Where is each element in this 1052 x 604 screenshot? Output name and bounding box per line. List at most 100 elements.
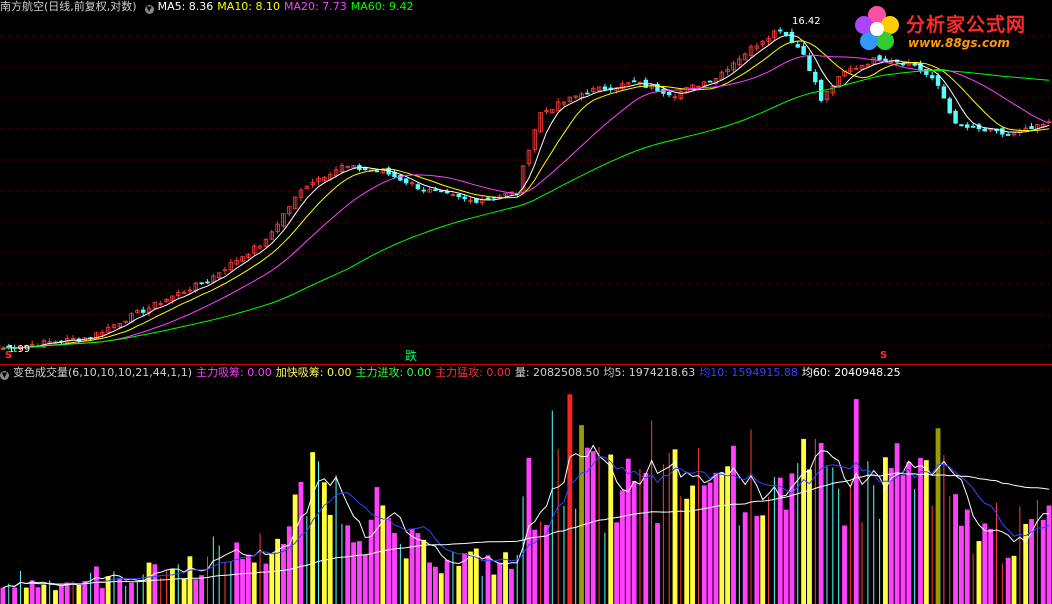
candle-body <box>801 45 806 55</box>
volume-bar <box>643 473 649 604</box>
volume-bar <box>540 521 542 604</box>
candle-body <box>959 124 964 127</box>
volume-bar <box>438 573 444 604</box>
volume-bar <box>392 533 397 604</box>
volume-bar <box>750 429 752 604</box>
ma60-value: MA60: 9.42 <box>350 0 414 13</box>
candle-body <box>421 189 426 192</box>
volume-bar <box>725 466 731 604</box>
candle-body <box>789 31 795 43</box>
volume-bar <box>842 525 847 604</box>
settings-dropdown-icon[interactable]: ▼ <box>144 5 154 14</box>
candle-body <box>415 184 421 190</box>
volume-bar <box>99 588 105 604</box>
volume-bar <box>672 449 678 604</box>
volume-bar <box>801 438 807 604</box>
volume-bar <box>403 558 409 604</box>
volume-bar <box>485 555 491 604</box>
brand-url: www.88gs.com <box>908 36 1010 50</box>
volume-bar <box>409 528 415 604</box>
sell-signal-right: S <box>880 350 888 361</box>
volume-bar <box>701 485 707 604</box>
volume-value: 量: 2082508.50 <box>514 366 600 379</box>
volume-bar <box>362 554 368 604</box>
candle-body <box>439 190 444 193</box>
candle-body <box>953 110 958 124</box>
volume-bar <box>914 488 916 604</box>
volume-bar <box>662 464 664 604</box>
volume-bar <box>129 582 134 604</box>
volume-bar <box>1046 505 1052 604</box>
volume-bar <box>625 458 631 604</box>
jiakuai-xichou-value: 加快吸筹: 0.00 <box>275 366 352 379</box>
volume-bar <box>522 496 524 604</box>
candle-body <box>205 281 210 284</box>
volume-bar <box>861 522 863 604</box>
volume-bar <box>879 518 881 604</box>
candle-body <box>795 44 800 48</box>
candle-body <box>199 282 204 285</box>
volume-bar <box>19 570 21 604</box>
volume-bar <box>1001 563 1003 604</box>
indicator-dropdown-icon[interactable]: ▼ <box>0 371 9 380</box>
volume-bar <box>456 565 462 604</box>
volume-bar <box>497 562 503 604</box>
candle-body <box>585 92 590 95</box>
volume-bar <box>142 574 144 604</box>
avg10-value: 均10: 1594915.88 <box>699 366 798 379</box>
sell-signal-left: S <box>5 350 13 361</box>
volume-bar <box>113 571 115 604</box>
volume-bar <box>29 580 35 604</box>
volume-bar <box>1011 555 1017 604</box>
site-logo[interactable]: 分析家公式网 www.88gs.com <box>852 4 1048 56</box>
volume-bar <box>212 536 214 604</box>
volume-bar <box>976 541 982 604</box>
volume-bar <box>152 564 158 604</box>
candle-body <box>900 63 906 66</box>
moving-average-lines <box>2 34 1050 349</box>
stock-chart[interactable] <box>0 0 1052 604</box>
volume-bar <box>432 566 438 604</box>
volume-bar <box>224 562 226 604</box>
volume-bar <box>94 566 99 604</box>
candle-body <box>631 80 637 83</box>
volume-bar <box>508 568 514 604</box>
volume-bar <box>306 516 308 604</box>
candle-body <box>877 55 882 61</box>
volume-bar <box>35 587 41 604</box>
volume-header: ▼ 变色成交量(6,10,10,10,21,44,1,1) 主力吸筹: 0.00 加快… <box>0 366 905 380</box>
ma20-value: MA20: 7.73 <box>284 0 347 13</box>
volume-bar <box>894 443 900 604</box>
volume-bar <box>1005 557 1011 604</box>
candle-body <box>444 191 450 194</box>
volume-bar <box>906 461 912 604</box>
volume-bar <box>931 505 933 604</box>
volume-bar <box>58 585 64 604</box>
ma-line-ma10 <box>2 40 1050 349</box>
volume-bar <box>166 571 168 604</box>
candle-body <box>783 31 789 35</box>
volume-bar <box>240 559 245 604</box>
volume-bar <box>193 579 199 604</box>
volume-bar <box>444 559 450 604</box>
brand-name: 分析家公式网 <box>906 14 1027 36</box>
volume-bar <box>883 457 888 604</box>
volume-bar <box>281 544 286 604</box>
volume-bar <box>590 451 596 604</box>
volume-bar <box>900 475 906 604</box>
volume-bar <box>259 533 261 604</box>
volume-bar <box>690 485 695 604</box>
volume-bar <box>707 482 713 604</box>
volume-bar <box>544 525 549 604</box>
volume-bar <box>742 512 748 604</box>
ma-line-ma60 <box>2 69 1050 349</box>
candle-body <box>941 86 947 99</box>
volume-bar <box>341 524 343 604</box>
volume-bar <box>357 541 362 604</box>
volume-bar <box>181 578 187 604</box>
volume-bar <box>415 533 421 604</box>
ma5-value: MA5: 8.36 <box>157 0 214 13</box>
volume-bar <box>923 460 929 604</box>
candle-body <box>965 124 970 128</box>
volume-bar <box>117 578 123 604</box>
